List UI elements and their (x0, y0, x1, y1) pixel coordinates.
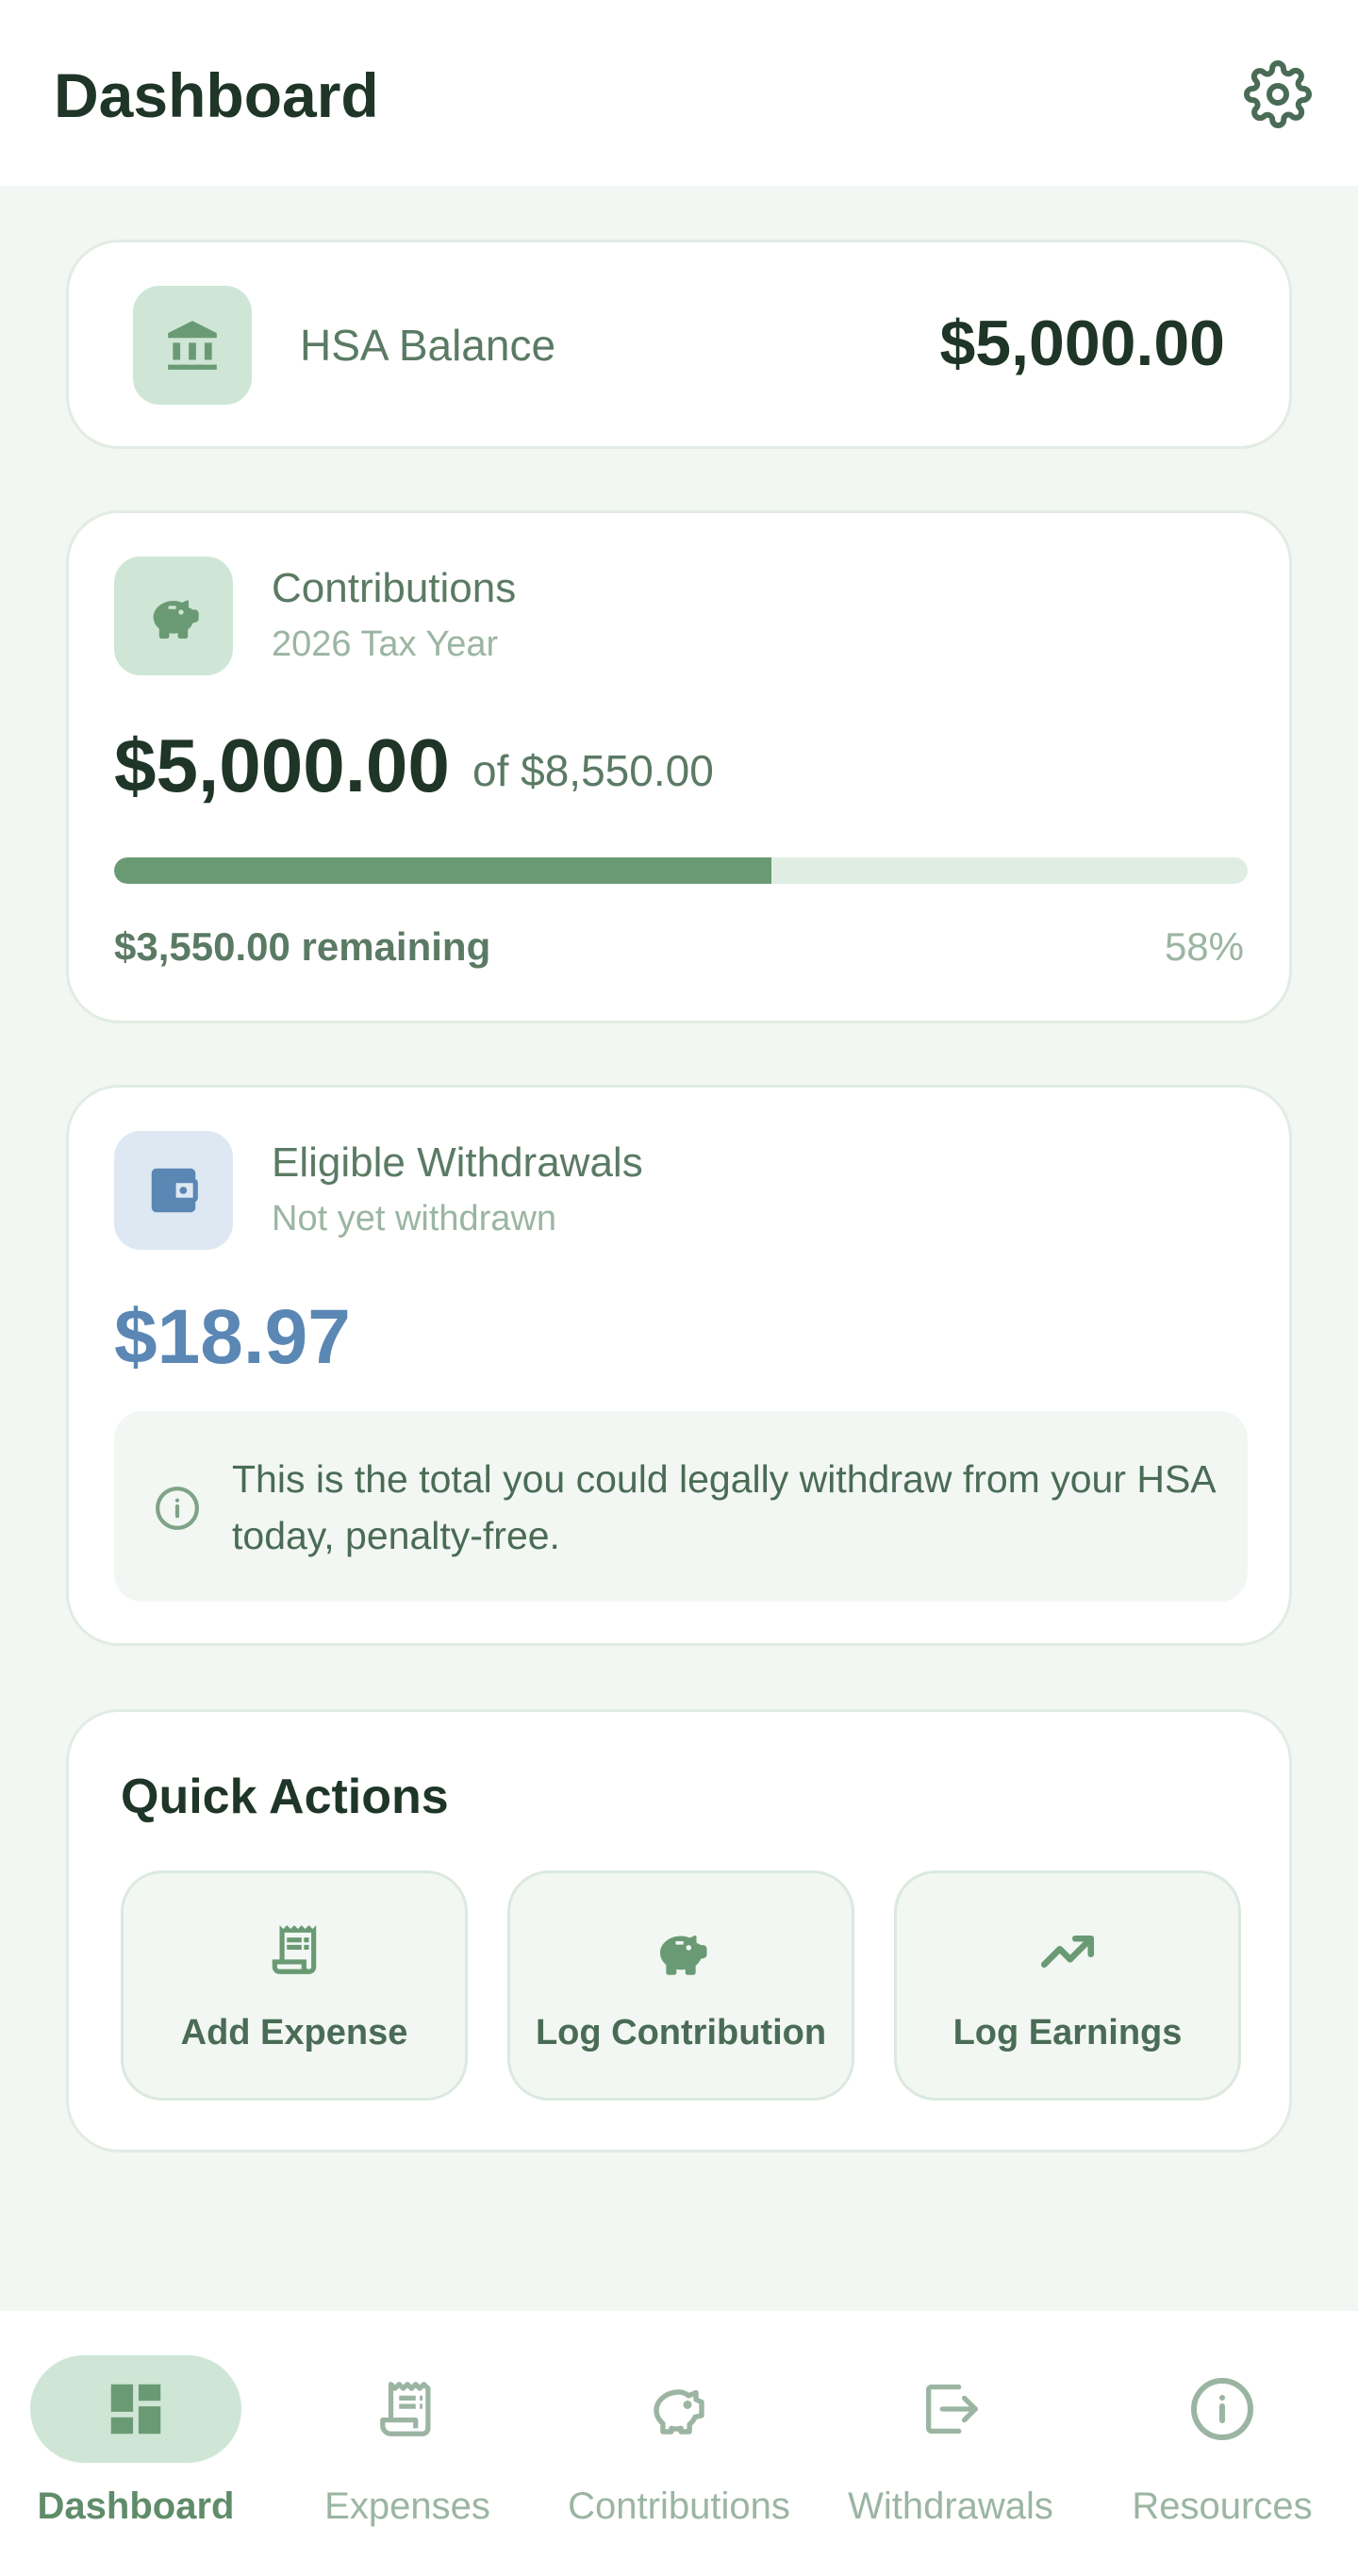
add-expense-button[interactable]: Add Expense (121, 1870, 468, 2101)
contributions-card[interactable]: Contributions 2026 Tax Year $5,000.00 of… (66, 510, 1292, 1023)
dashboard-icon (110, 2384, 161, 2435)
page-title: Dashboard (54, 60, 379, 130)
nav-label-resources: Resources (1132, 2485, 1313, 2527)
contributions-subtitle: 2026 Tax Year (272, 624, 499, 664)
nav-item-withdrawals[interactable]: Withdrawals (815, 2311, 1086, 2576)
gear-icon (1244, 60, 1312, 128)
contributions-remaining: $3,550.00 remaining (114, 924, 491, 969)
contributions-percent: 58% (1164, 924, 1244, 969)
contributions-progress-fill (114, 857, 772, 884)
receipt-icon (380, 2382, 431, 2436)
receipt-icon (272, 1925, 317, 1974)
wallet-icon (151, 1168, 198, 1213)
piggy-bank-icon (654, 2389, 704, 2435)
quick-actions-title: Quick Actions (121, 1770, 449, 1824)
piggy-bank-icon (660, 1935, 707, 1975)
info-icon (1191, 2378, 1253, 2440)
app-header: Dashboard (0, 0, 1358, 186)
nav-label-dashboard: Dashboard (37, 2485, 235, 2527)
info-text: This is the total you could legally with… (232, 1457, 1215, 1557)
nav-label-expenses: Expenses (324, 2485, 490, 2527)
log-contribution-button[interactable]: Log Contribution (507, 1870, 854, 2101)
contributions-amount: $5,000.00 (114, 723, 450, 807)
bank-icon (168, 321, 217, 370)
nav-item-contributions[interactable]: Contributions (543, 2311, 815, 2576)
info-icon (156, 1487, 199, 1530)
log-earnings-button[interactable]: Log Earnings (894, 1870, 1241, 2101)
contributions-title: Contributions (272, 565, 517, 611)
eligible-withdrawals-card[interactable]: Eligible Withdrawals Not yet withdrawn $… (66, 1085, 1292, 1646)
nav-item-dashboard[interactable]: Dashboard (0, 2311, 272, 2576)
balance-icon-box (133, 286, 252, 405)
nav-item-expenses[interactable]: Expenses (272, 2311, 543, 2576)
exit-icon (926, 2385, 978, 2434)
bottom-navigation: Dashboard Expenses Contributions Withdra… (0, 2311, 1358, 2576)
withdrawals-amount: $18.97 (114, 1294, 351, 1380)
piggy-bank-icon (153, 600, 199, 639)
info-box: This is the total you could legally with… (114, 1411, 1248, 1602)
add-expense-label: Add Expense (180, 2013, 408, 2052)
nav-item-resources[interactable]: Resources (1086, 2311, 1358, 2576)
nav-label-contributions: Contributions (568, 2485, 790, 2527)
trending-up-icon (1040, 1935, 1095, 1969)
balance-amount: $5,000.00 (939, 307, 1225, 379)
nav-label-withdrawals: Withdrawals (848, 2485, 1053, 2527)
contributions-icon-box (114, 557, 233, 675)
contributions-progress-bar (114, 857, 1248, 884)
withdrawals-title: Eligible Withdrawals (272, 1139, 643, 1186)
log-contribution-label: Log Contribution (535, 2013, 827, 2052)
log-earnings-label: Log Earnings (952, 2013, 1183, 2052)
hsa-balance-card: HSA Balance $5,000.00 (66, 240, 1292, 449)
contributions-limit: of $8,550.00 (472, 746, 714, 795)
balance-label: HSA Balance (300, 321, 556, 370)
quick-actions-card: Quick Actions Add Expense Log Contributi… (66, 1709, 1292, 2152)
settings-button[interactable] (1237, 58, 1318, 130)
withdrawals-icon-box (114, 1131, 233, 1250)
withdrawals-subtitle: Not yet withdrawn (272, 1199, 557, 1238)
